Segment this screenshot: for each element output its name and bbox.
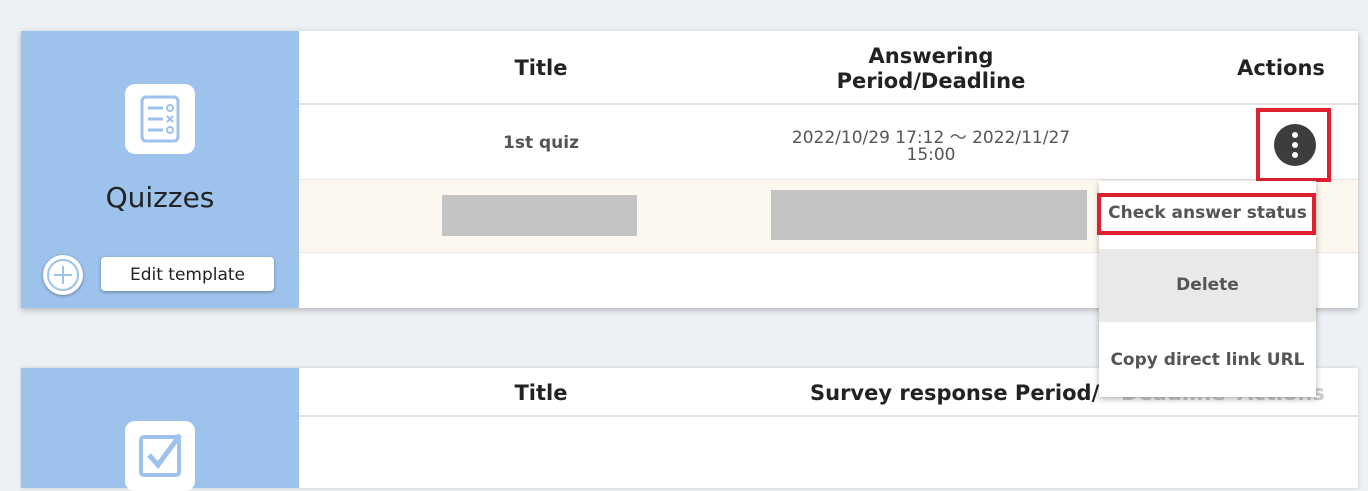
menu-item-copy-direct-link[interactable]: Copy direct link URL [1099,350,1316,370]
quiz-row-period-line2: 15:00 [906,145,956,165]
menu-item-delete[interactable]: Delete [1099,249,1316,322]
survey-column-header-period: Survey response Period/ [810,381,1100,405]
column-header-actions: Actions [1237,56,1325,80]
survey-header-divider [299,415,1358,417]
redacted-title [442,195,637,236]
quiz-icon [125,84,195,154]
column-header-period-line2: Period/Deadline [836,69,1026,93]
highlight-box-check-answer-status [1097,193,1316,235]
quiz-row-title[interactable]: 1st quiz [441,133,641,153]
highlight-box-kebab [1256,108,1331,182]
quizzes-sidebar: Quizzes Edit template [21,31,299,308]
column-header-title: Title [514,56,568,80]
column-header-period-line1: Answering [868,44,994,68]
plus-icon [47,259,79,291]
header-divider [299,103,1358,105]
quizzes-title: Quizzes [105,181,215,214]
survey-column-header-title: Title [514,381,568,405]
add-quiz-button[interactable] [43,255,83,295]
redacted-period [771,190,1087,240]
surveys-sidebar [21,368,299,491]
edit-template-button[interactable]: Edit template [101,257,274,291]
checkbox-icon [125,421,195,491]
